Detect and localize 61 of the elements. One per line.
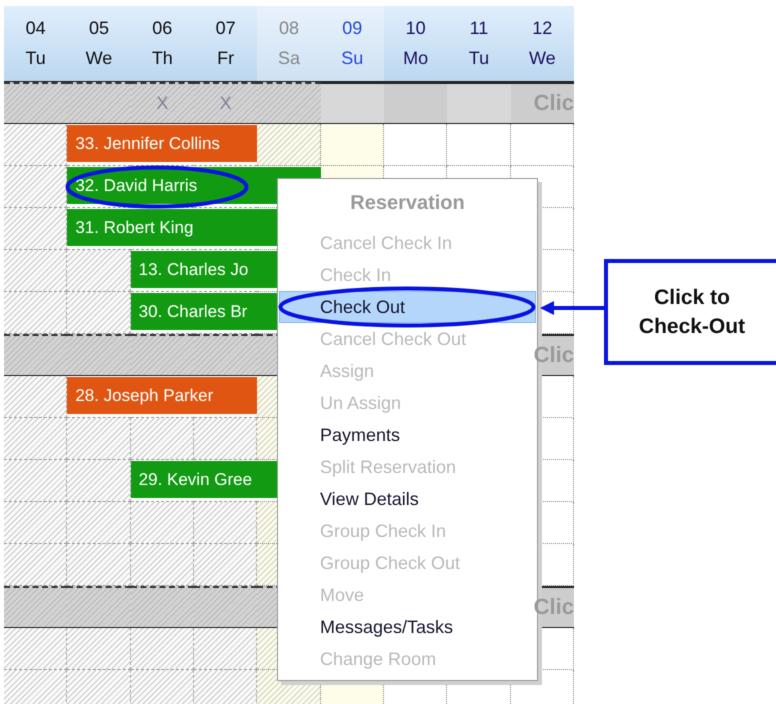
calendar-cell xyxy=(4,418,68,460)
calendar-cell xyxy=(194,628,258,670)
section-cell xyxy=(4,82,68,123)
weekday-label: Mo xyxy=(403,48,428,70)
calendar-cell xyxy=(194,502,258,544)
x-mark: X xyxy=(220,93,232,114)
weekday-label: We xyxy=(528,48,556,70)
calendar-cell xyxy=(130,544,194,586)
x-mark: X xyxy=(156,93,168,114)
menu-item[interactable]: Payments xyxy=(279,419,536,451)
guest-name: 30. Charles Br xyxy=(138,302,248,322)
date-label: 12 xyxy=(532,18,552,39)
calendar-cell xyxy=(67,502,131,544)
date-label: 08 xyxy=(278,18,299,39)
guest-name: 32. David Harris xyxy=(75,176,198,196)
section-cell xyxy=(194,586,258,627)
date-label: 05 xyxy=(88,18,109,39)
guest-name: 28. Joseph Parker xyxy=(75,386,214,406)
calendar-cell xyxy=(130,418,194,460)
guest-name: 33. Jennifer Collins xyxy=(75,134,220,154)
date-label: 06 xyxy=(152,18,172,39)
calendar-cell xyxy=(67,544,131,586)
calendar-cell xyxy=(67,670,131,704)
calendar-cell xyxy=(4,628,68,670)
calendar-cell xyxy=(4,670,68,704)
calendar-cell xyxy=(67,418,131,460)
calendar-cell xyxy=(67,628,131,670)
calendar-cell xyxy=(130,628,194,670)
weekday-label: Tu xyxy=(468,48,490,70)
section-cell xyxy=(4,334,68,375)
calendar-cell xyxy=(4,502,68,544)
menu-title: Reservation xyxy=(349,191,466,216)
menu-item[interactable]: View Details xyxy=(279,483,536,515)
guest-name: 29. Kevin Gree xyxy=(138,470,252,490)
weekday-label: Su xyxy=(341,48,364,70)
section-cell xyxy=(130,334,194,375)
section-cell xyxy=(4,586,68,627)
date-label: 07 xyxy=(216,18,236,39)
calendar-cell xyxy=(194,544,258,586)
guest-name: 13. Charles Jo xyxy=(138,260,248,280)
calendar-cell xyxy=(194,670,258,704)
calendar-cell xyxy=(194,418,258,460)
date-label: 04 xyxy=(26,18,46,39)
section-cell xyxy=(130,586,194,627)
date-label: 11 xyxy=(470,18,488,39)
section-cell xyxy=(67,334,131,375)
date-label: 10 xyxy=(406,18,426,39)
weekday-label: Sa xyxy=(278,48,300,70)
callout-text: Click to Check-Out xyxy=(638,285,746,340)
calendar-cell xyxy=(4,544,68,586)
weekday-label: Tu xyxy=(25,48,46,70)
date-label: 09 xyxy=(342,18,362,39)
calendar-cell xyxy=(130,670,194,704)
weekday-label: Fr xyxy=(217,48,234,70)
menu-item[interactable]: Messages/Tasks xyxy=(279,611,536,643)
calendar-cell xyxy=(130,502,194,544)
guest-name: 31. Robert King xyxy=(75,218,194,238)
section-cell xyxy=(67,586,131,627)
weekday-label: Th xyxy=(152,48,173,70)
section-cell xyxy=(194,334,258,375)
weekday-label: We xyxy=(86,48,112,70)
